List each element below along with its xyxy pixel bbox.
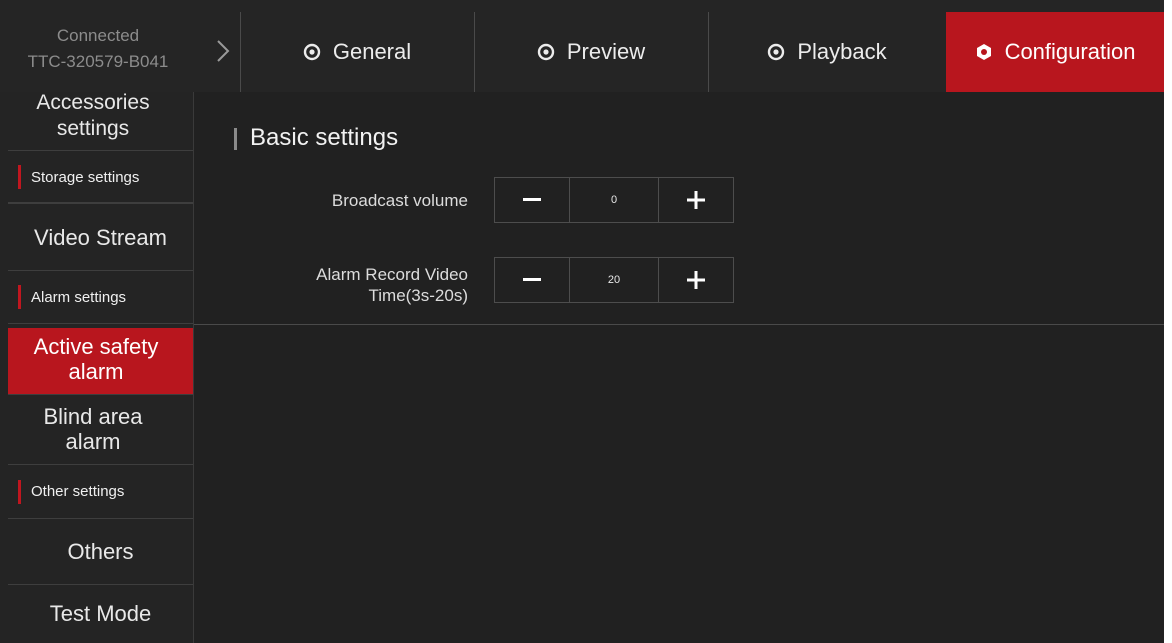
- sidebar-item-video-stream[interactable]: Video Stream: [8, 204, 193, 271]
- tab-playback-label: Playback: [797, 39, 887, 64]
- sidebar-item-label: Others: [67, 539, 134, 564]
- increment-button[interactable]: [659, 178, 733, 222]
- broadcast-volume-value[interactable]: 0: [569, 178, 659, 222]
- sidebar: Accessories settings Storage settings Vi…: [0, 91, 194, 643]
- sidebar-item-test-mode[interactable]: Test Mode: [8, 585, 193, 643]
- sidebar-group-alarm-settings: Alarm settings: [8, 271, 193, 324]
- sidebar-group-label: Alarm settings: [31, 288, 127, 306]
- app-window: Connected TTC-320579-B041 General Previe…: [0, 0, 1164, 643]
- device-id-label: TTC-320579-B041: [27, 52, 169, 71]
- target-icon: [768, 43, 785, 61]
- alarm-record-time-stepper: 20: [494, 257, 734, 303]
- sidebar-item-label: Test Mode: [49, 601, 152, 626]
- broadcast-volume-stepper: 0: [494, 177, 734, 223]
- section-title-marker: [234, 128, 237, 150]
- chevron-right-icon[interactable]: [216, 40, 230, 62]
- increment-button[interactable]: [659, 258, 733, 302]
- tab-preview[interactable]: Preview: [474, 12, 708, 92]
- target-icon: [537, 43, 555, 61]
- sidebar-item-active-safety-alarm[interactable]: Active safety alarm: [8, 328, 193, 395]
- target-icon: [303, 43, 321, 61]
- alarm-record-time-value[interactable]: 20: [569, 258, 659, 302]
- group-marker: [18, 165, 21, 189]
- tab-general[interactable]: General: [240, 12, 474, 92]
- sidebar-item-label: Blind area alarm: [43, 404, 143, 454]
- alarm-record-time-label-line1: Alarm Record Video: [316, 265, 468, 284]
- sidebar-item-blind-area-alarm[interactable]: Blind area alarm: [8, 395, 193, 465]
- plus-icon: [687, 191, 705, 209]
- minus-icon: [523, 278, 541, 281]
- decrement-button[interactable]: [495, 258, 569, 302]
- decrement-button[interactable]: [495, 178, 569, 222]
- sidebar-group-label: Storage settings: [31, 168, 140, 186]
- plus-icon: [687, 271, 705, 289]
- section-title: Basic settings: [250, 124, 399, 151]
- tab-configuration[interactable]: Configuration: [946, 12, 1164, 92]
- tab-configuration-label: Configuration: [1004, 39, 1136, 64]
- broadcast-volume-label: Broadcast volume: [331, 191, 468, 210]
- sidebar-item-others[interactable]: Others: [8, 519, 193, 585]
- sidebar-group-storage-settings: Storage settings: [8, 150, 193, 204]
- sidebar-item-label: Video Stream: [34, 225, 167, 250]
- top-bar: Connected TTC-320579-B041 General Previe…: [0, 0, 1164, 92]
- connection-status-label: Connected: [56, 26, 140, 45]
- connection-status: Connected TTC-320579-B041: [0, 0, 212, 92]
- gear-icon: [976, 44, 991, 60]
- content-divider: [194, 324, 1164, 325]
- sidebar-group-label: Other settings: [31, 483, 125, 500]
- tab-general-label: General: [332, 39, 412, 64]
- minus-icon: [523, 198, 541, 201]
- group-marker: [18, 285, 21, 309]
- alarm-record-time-label-line2: Time(3s-20s): [368, 286, 469, 305]
- alarm-record-time-label: Alarm Record Video Time(3s-20s): [316, 264, 468, 306]
- group-marker: [18, 479, 21, 504]
- tab-preview-label: Preview: [566, 39, 646, 64]
- sidebar-item-label: Active safety alarm: [33, 334, 159, 384]
- sidebar-item-label: Accessories settings: [36, 91, 150, 140]
- sidebar-group-other-settings: Other settings: [8, 465, 193, 519]
- tab-playback[interactable]: Playback: [708, 12, 946, 92]
